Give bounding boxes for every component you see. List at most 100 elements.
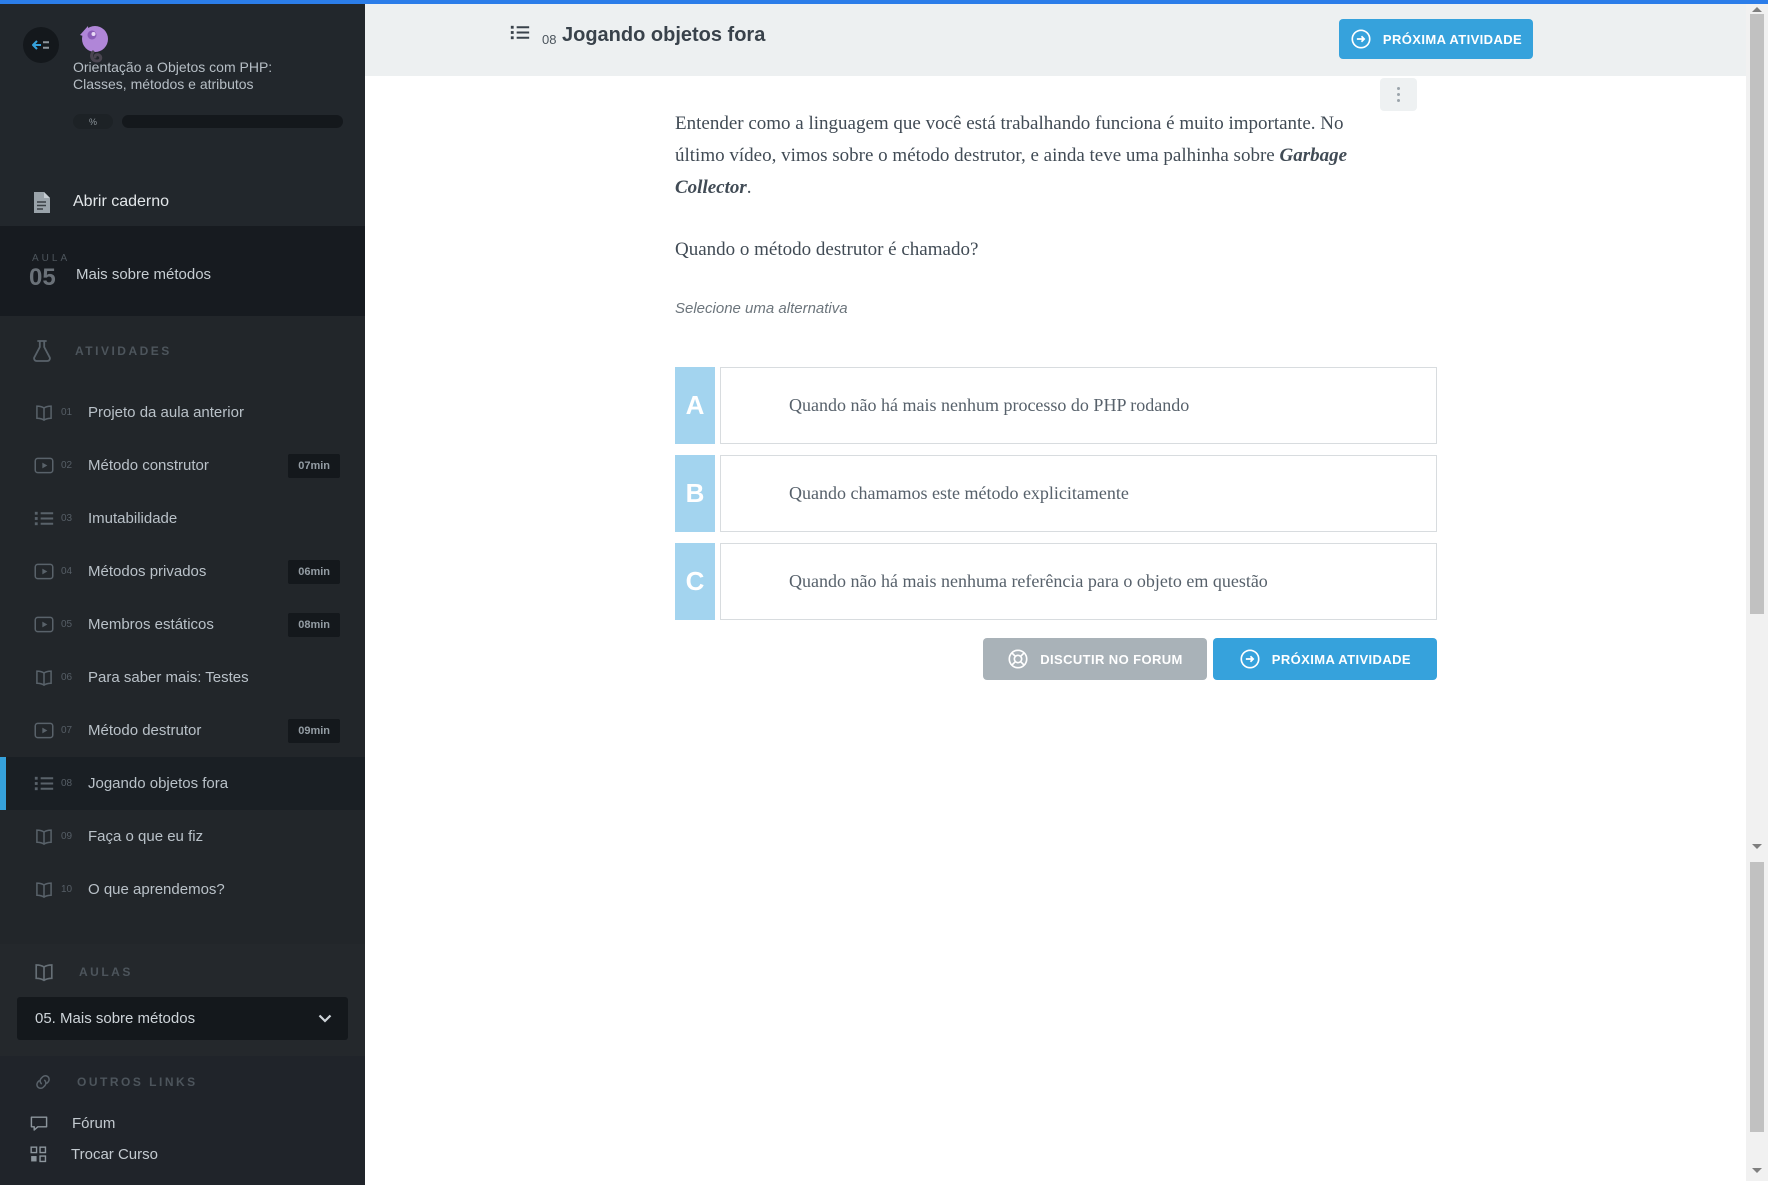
chat-bubble-icon [30,1116,48,1132]
activity-item-02[interactable]: 02 Método construtor 07min [0,439,365,492]
activity-number: 01 [61,407,79,418]
option-letter-tile: C [675,543,715,620]
kebab-menu-button[interactable] [1380,78,1417,111]
answer-option-c[interactable]: C Quando não há mais nenhuma referência … [675,543,1437,620]
activity-item-04[interactable]: 04 Métodos privados 06min [0,545,365,598]
option-box: Quando não há mais nenhum processo do PH… [720,367,1437,444]
aulas-header: AULAS [0,944,365,1000]
question-content-area: Entender como a linguagem que você está … [365,76,1746,1181]
next-activity-label: PRÓXIMA ATIVIDADE [1383,32,1522,47]
activity-number: 06 [61,672,79,683]
lesson-title: Mais sobre métodos [76,266,211,283]
course-progress: % [73,114,343,129]
activity-label: Método destrutor [88,722,201,739]
grid-icon [30,1146,47,1163]
question-actions: DISCUTIR NO FORUM PRÓXIMA ATIVIDADE [675,638,1437,680]
activity-label: Jogando objetos fora [88,775,228,792]
lesson-select-value: 05. Mais sobre métodos [35,1010,318,1027]
next-activity-button-top[interactable]: PRÓXIMA ATIVIDADE [1339,19,1533,59]
option-text: Quando não há mais nenhuma referência pa… [789,571,1268,592]
activity-item-07[interactable]: 07 Método destrutor 09min [0,704,365,757]
option-letter-tile: A [675,367,715,444]
activity-number: 07 [61,725,79,736]
duration-badge: 06min [288,560,340,584]
list-icon [510,24,530,41]
change-course-link-label: Trocar Curso [71,1146,158,1163]
lesson-select-dropdown[interactable]: 05. Mais sobre métodos [17,997,348,1040]
course-title-line1: Orientação a Objetos com PHP: [73,59,353,76]
collapse-sidebar-button[interactable] [23,27,59,63]
activity-item-09[interactable]: 09 Faça o que eu fiz [0,810,365,863]
activity-item-01[interactable]: 01 Projeto da aula anterior [0,386,365,439]
scrollbar-thumb-lower[interactable] [1750,862,1764,1132]
activity-number: 08 [61,778,79,789]
other-links-header: OUTROS LINKS [0,1056,365,1108]
answer-option-a[interactable]: A Quando não há mais nenhum processo do … [675,367,1437,444]
vertical-scrollbar[interactable] [1746,4,1768,1181]
book-icon [33,881,55,899]
option-box: Quando chamamos este método explicitamen… [720,455,1437,532]
activities-section: ATIVIDADES 01 Projeto da aula anterior 0… [0,316,365,944]
book-icon [33,404,55,422]
video-icon [33,457,55,474]
activities-header: ATIVIDADES [0,316,365,386]
top-accent-line [0,0,1768,4]
next-activity-button-bottom[interactable]: PRÓXIMA ATIVIDADE [1213,638,1437,680]
activity-label: Métodos privados [88,563,206,580]
activity-label: Membros estáticos [88,616,214,633]
link-chain-icon [33,1072,53,1092]
activity-item-03[interactable]: 03 Imutabilidade [0,492,365,545]
paragraph-text: Entender como a linguagem que você está … [675,113,1343,166]
progress-bar [122,115,343,128]
duration-badge: 08min [288,613,340,637]
activity-item-08-active[interactable]: 08 Jogando objetos fora [0,757,365,810]
change-course-link[interactable]: Trocar Curso [0,1139,365,1170]
book-icon [33,828,55,846]
video-icon [33,722,55,739]
activity-item-05[interactable]: 05 Membros estáticos 08min [0,598,365,651]
option-letter-tile: B [675,455,715,532]
discuss-forum-label: DISCUTIR NO FORUM [1040,652,1183,667]
option-text: Quando chamamos este método explicitamen… [789,483,1129,504]
forum-link[interactable]: Fórum [0,1108,365,1139]
video-icon [33,616,55,633]
open-notebook-button[interactable]: Abrir caderno [0,178,365,226]
scroll-up-arrow[interactable] [1752,7,1762,12]
activity-label: Projeto da aula anterior [88,404,244,421]
progress-percent-badge: % [73,114,113,129]
discuss-forum-button[interactable]: DISCUTIR NO FORUM [983,638,1207,680]
activity-label: Método construtor [88,457,209,474]
answer-option-b[interactable]: B Quando chamamos este método explicitam… [675,455,1437,532]
activity-label: Faça o que eu fiz [88,828,203,845]
arrow-right-circle-icon [1239,648,1261,670]
lifebuoy-icon [1007,648,1029,670]
scrollbar-thumb[interactable] [1750,14,1764,614]
select-alternative-hint: Selecione uma alternativa [675,300,848,317]
flask-icon [33,340,51,362]
other-links-header-label: OUTROS LINKS [77,1075,198,1089]
forum-link-label: Fórum [72,1115,115,1132]
lesson-kicker: AULA [32,253,70,264]
aulas-section: AULAS 05. Mais sobre métodos [0,944,365,1056]
list-icon [33,510,55,527]
question-paragraph: Entender como a linguagem que você está … [675,108,1367,204]
activity-item-06[interactable]: 06 Para saber mais: Testes [0,651,365,704]
aulas-header-label: AULAS [79,965,133,979]
option-box: Quando não há mais nenhuma referência pa… [720,543,1437,620]
activity-number: 03 [61,513,79,524]
course-title-line2: Classes, métodos e atributos [73,76,353,93]
current-lesson-block: AULA 05 Mais sobre métodos [0,226,365,316]
scroll-down-arrow-bottom[interactable] [1752,1168,1762,1173]
other-links-section: OUTROS LINKS Fórum Trocar Curso [0,1056,365,1185]
chevron-down-icon [318,1014,332,1023]
scroll-down-arrow[interactable] [1752,844,1762,849]
duration-badge: 09min [288,719,340,743]
activity-number: 09 [61,831,79,842]
document-icon [33,192,50,213]
duration-badge: 07min [288,454,340,478]
question-prompt: Quando o método destrutor é chamado? [675,239,978,261]
activity-item-10[interactable]: 10 O que aprendemos? [0,863,365,916]
option-text: Quando não há mais nenhum processo do PH… [789,395,1189,416]
activity-index: 08 [542,32,556,47]
open-book-icon [33,963,55,982]
